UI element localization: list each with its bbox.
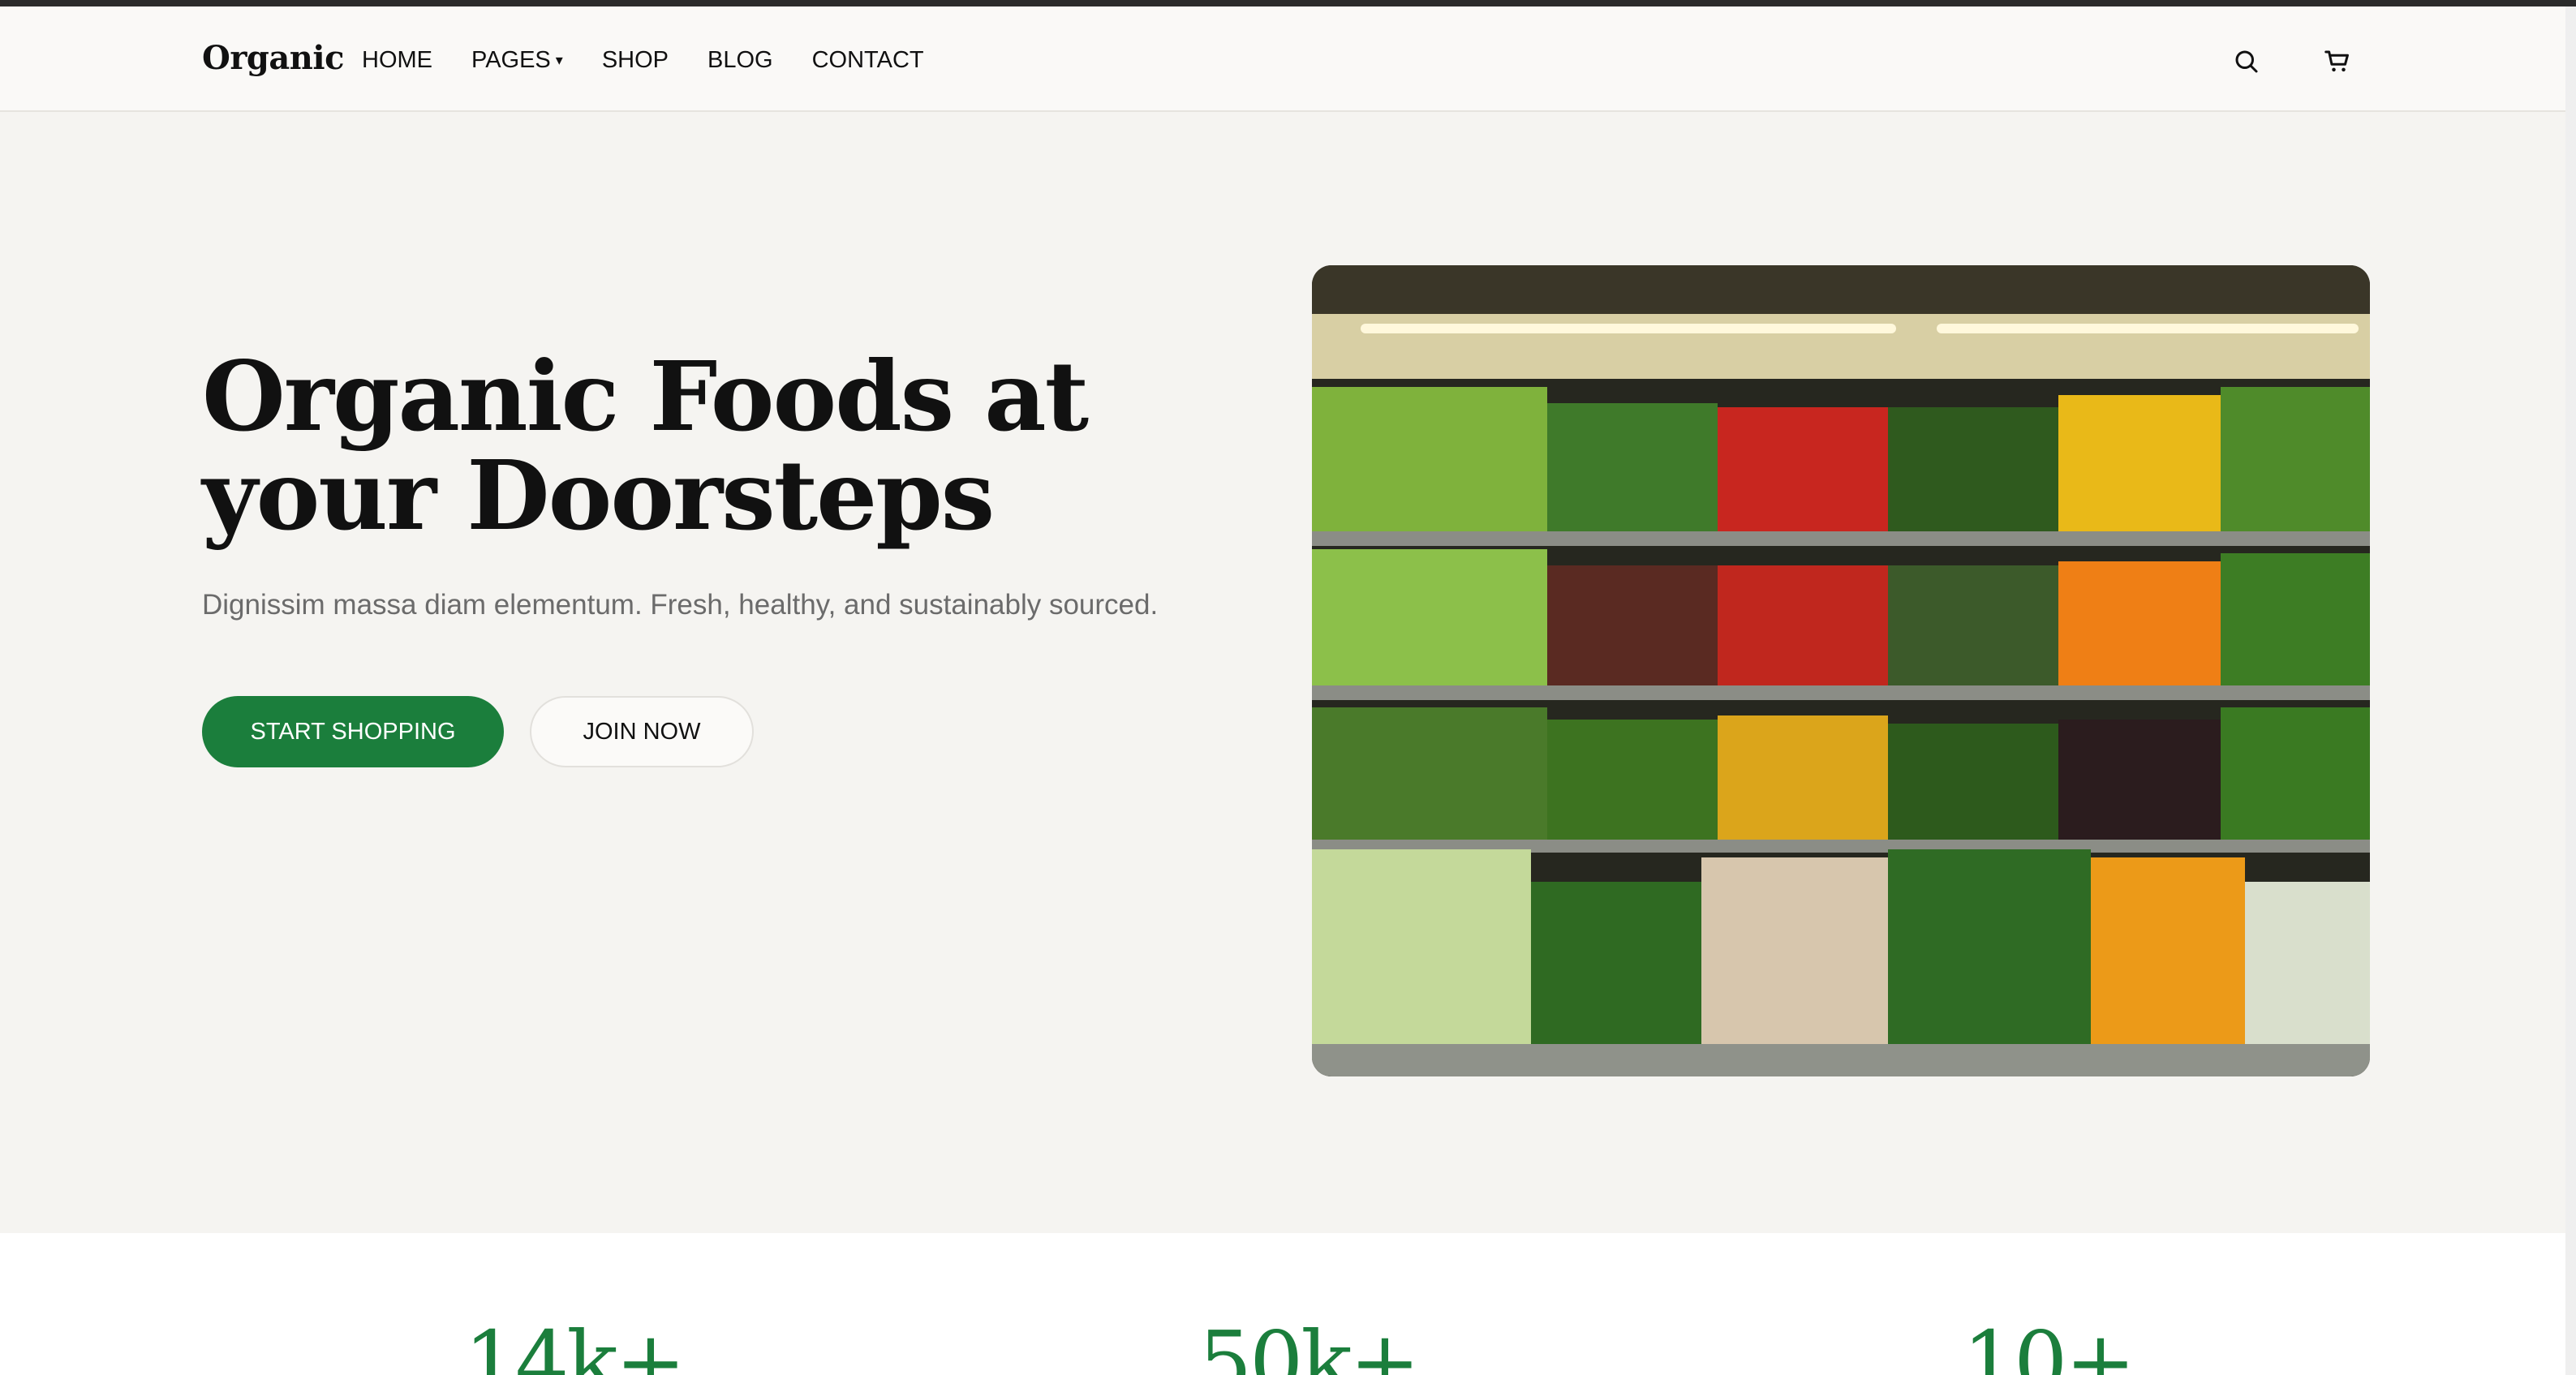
hero-image [1312, 265, 2370, 1076]
window-top-bar [0, 0, 2576, 6]
cart-icon [2324, 50, 2349, 72]
nav-home[interactable]: HOME [362, 47, 432, 74]
hero-subtitle: Dignissim massa diam elementum. Fresh, h… [202, 589, 1159, 621]
site-header: Organic HOME PAGES ▾ SHOP BLOG CONTACT [0, 6, 2565, 112]
stat-value: 14k+ [464, 1313, 686, 1375]
stats-section: 14k+ 50k+ 10+ [0, 1233, 2565, 1375]
stat-value: 50k+ [1198, 1313, 1420, 1375]
nav-shop-label: SHOP [601, 47, 669, 73]
cart-button[interactable] [2323, 47, 2352, 76]
nav-blog-label: BLOG [707, 47, 773, 73]
nav-blog[interactable]: BLOG [707, 47, 773, 74]
vegetable-shelves-illustration [1312, 265, 2370, 1076]
start-shopping-button[interactable]: START SHOPPING [202, 696, 504, 767]
brand-logo[interactable]: Organic [202, 39, 344, 77]
search-icon [2235, 50, 2258, 73]
nav-contact[interactable]: CONTACT [812, 47, 924, 74]
chevron-down-icon: ▾ [555, 52, 563, 68]
nav-pages[interactable]: PAGES ▾ [471, 47, 563, 74]
nav-shop[interactable]: SHOP [602, 47, 669, 74]
nav-home-label: HOME [362, 47, 432, 73]
stat-value: 10+ [1963, 1313, 2135, 1375]
scrollbar-track[interactable] [2565, 6, 2576, 1375]
search-button[interactable] [2232, 47, 2261, 76]
join-now-button[interactable]: JOIN NOW [530, 696, 754, 767]
nav-pages-label: PAGES [471, 47, 551, 73]
main-nav: HOME PAGES ▾ SHOP BLOG CONTACT [362, 47, 924, 74]
hero-title: Organic Foods at your Doorsteps [202, 340, 1089, 552]
nav-contact-label: CONTACT [811, 47, 924, 73]
